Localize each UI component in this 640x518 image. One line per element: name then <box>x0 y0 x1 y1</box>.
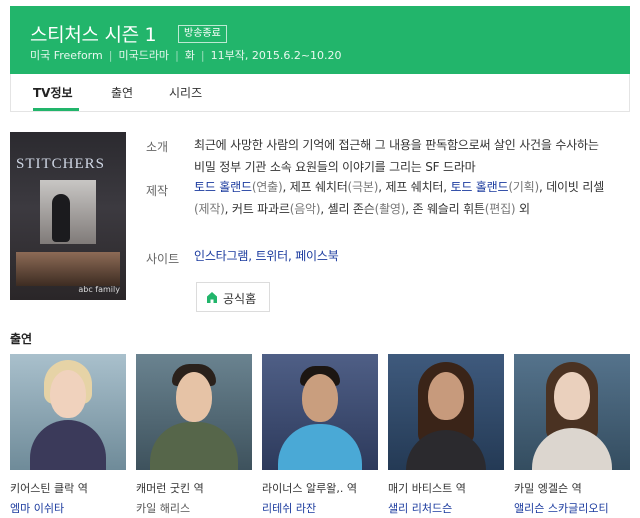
cast-role: 라이너스 알루왈,. 역 <box>262 482 357 495</box>
meta-genre: 미국드라마 <box>118 49 170 62</box>
production-credit-role: (기획) <box>508 180 539 194</box>
cast-card[interactable]: 키어스틴 클락 역 엠마 이쉬타 <box>10 354 126 516</box>
program-title[interactable]: 스티처스 시즌 1 <box>30 20 157 47</box>
site-link[interactable]: 페이스북 <box>295 249 339 263</box>
cast-name[interactable]: 엠마 이쉬타 <box>10 500 126 516</box>
poster-bed <box>16 252 120 286</box>
cast-photo[interactable] <box>10 354 126 470</box>
meta-divider: | <box>108 49 113 62</box>
poster-image[interactable]: STITCHERS abc family <box>10 132 126 300</box>
program-header: 스티처스 시즌 1 방송종료 미국 Freeform | 미국드라마 | 화 | 11부작,… <box>10 6 630 74</box>
cast-photo[interactable] <box>136 354 252 470</box>
production-credit-name: 제프 쉐치터 <box>385 180 444 194</box>
cast-name[interactable]: 샐리 리처드슨 <box>388 500 504 516</box>
cast-role: 카밀 엥겔슨 역 <box>514 482 582 495</box>
production-credit-role: (극본) <box>347 180 379 194</box>
production-credit-role: (음악) <box>289 202 321 216</box>
site-link[interactable]: 트위터 <box>255 249 288 263</box>
site-label: 사이트 <box>146 252 180 266</box>
production-credit-name[interactable]: 토드 홀랜드 <box>451 180 509 194</box>
cast-name: 카일 해리스 <box>136 502 191 515</box>
synopsis-text: 최근에 사망한 사람의 기억에 접근해 그 내용을 판독함으로써 살인 사건을 … <box>194 138 599 174</box>
production-credit-name[interactable]: 토드 홀랜드 <box>194 180 252 194</box>
meta-divider: | <box>200 49 205 62</box>
tab-bar: TV정보 출연 시리즈 <box>10 74 630 112</box>
meta-day: 화 <box>184 49 195 62</box>
production-credit-name: 커트 파과르 <box>231 202 290 216</box>
cast-photo[interactable] <box>388 354 504 470</box>
status-badge: 방송종료 <box>178 25 227 43</box>
poster-logo: STITCHERS <box>16 156 106 172</box>
active-tab-indicator <box>33 108 79 111</box>
meta-episodes: 11부작, 2015.6.2~10.20 <box>210 49 342 62</box>
production-label: 제작 <box>146 184 169 198</box>
production-credit-name: 셸리 존슨 <box>327 202 375 216</box>
production-credit-role: (연출) <box>251 180 283 194</box>
official-home-label: 공식홈 <box>223 292 257 306</box>
synopsis-label: 소개 <box>146 140 169 154</box>
production-credit-name: 존 웨슬리 휘튼 <box>412 202 485 216</box>
production-credit-role: (제작) <box>194 202 225 216</box>
meta-network: 미국 Freeform <box>30 49 103 62</box>
production-credit-name: 데이빗 리셀 <box>546 180 605 194</box>
production-more: 외 <box>519 202 530 216</box>
site-list: 인스타그램, 트위터, 페이스북 <box>194 245 610 267</box>
cast-photo[interactable] <box>262 354 378 470</box>
cast-card[interactable]: 캐머런 굿킨 역 카일 해리스 <box>136 354 252 516</box>
cast-role: 매기 바티스트 역 <box>388 482 466 495</box>
cast-photo[interactable] <box>514 354 630 470</box>
production-credit-name: 제프 쉐치터 <box>289 180 348 194</box>
cast-card[interactable]: 매기 바티스트 역 샐리 리처드슨 <box>388 354 504 516</box>
cast-role: 캐머런 굿킨 역 <box>136 482 204 495</box>
program-meta: 미국 Freeform | 미국드라마 | 화 | 11부작, 2015.6.2~10.20 <box>30 47 342 63</box>
production-credit-role: (촬영) <box>374 202 406 216</box>
cast-name[interactable]: 앨리슨 스카글리오티 <box>514 500 630 516</box>
tab-tv-info[interactable]: TV정보 <box>33 84 73 101</box>
poster-figure <box>52 194 70 242</box>
home-icon <box>207 292 217 303</box>
cast-section-title: 출연 <box>10 332 33 346</box>
site-link[interactable]: 인스타그램 <box>194 249 248 263</box>
tab-series[interactable]: 시리즈 <box>169 84 202 101</box>
cast-role: 키어스틴 클락 역 <box>10 482 88 495</box>
poster-network-logo: abc family <box>78 285 120 294</box>
production-credit-role: (편집) <box>484 202 516 216</box>
official-home-button[interactable]: 공식홈 <box>196 282 270 312</box>
cast-card[interactable]: 라이너스 알루왈,. 역 리테쉬 라잔 <box>262 354 378 516</box>
production-list: 토드 홀랜드(연출), 제프 쉐치터(극본), 제프 쉐치터, 토드 홀랜드(기… <box>194 180 605 216</box>
cast-card[interactable]: 카밀 엥겔슨 역 앨리슨 스카글리오티 <box>514 354 630 516</box>
cast-name[interactable]: 리테쉬 라잔 <box>262 500 378 516</box>
tab-cast[interactable]: 출연 <box>111 84 133 101</box>
meta-divider: | <box>175 49 179 62</box>
